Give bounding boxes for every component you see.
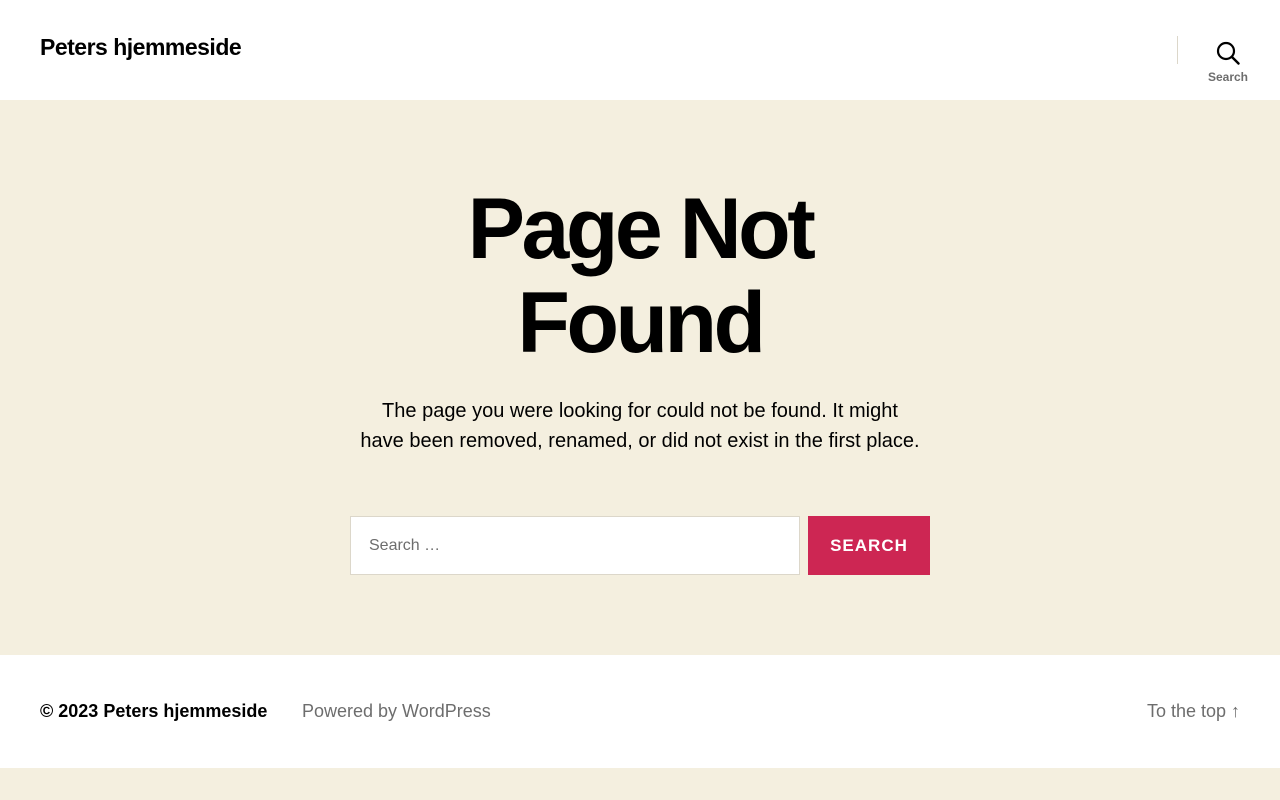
copyright-year: © 2023 [40, 701, 99, 721]
page-title-line-2: Found [517, 275, 766, 371]
not-found-message: The page you were looking for could not … [360, 400, 920, 452]
site-header: Peters hjemmeside Search [0, 0, 1280, 100]
header-divider [1177, 36, 1178, 64]
bottom-band [0, 768, 1280, 800]
search-icon [1216, 41, 1240, 65]
site-footer: © 2023 Peters hjemmeside Powered by Word… [0, 655, 1280, 768]
search-input[interactable] [350, 516, 800, 575]
search-form: Search [350, 516, 930, 575]
footer-site-link[interactable]: Peters hjemmeside [103, 701, 267, 721]
to-the-top-link[interactable]: To the top ↑ [1147, 701, 1240, 722]
powered-by-link[interactable]: Powered by WordPress [302, 701, 491, 722]
search-toggle-label: Search [1207, 69, 1249, 84]
page-title: Page Not Found [0, 182, 1280, 370]
search-toggle-button[interactable]: Search [1198, 36, 1258, 88]
footer-copyright: © 2023 Peters hjemmeside [40, 701, 267, 722]
search-submit-button[interactable]: Search [808, 516, 930, 575]
main-content: Page Not Found The page you were looking… [0, 100, 1280, 655]
site-title-link[interactable]: Peters hjemmeside [40, 34, 242, 61]
page-title-line-1: Page Not [467, 181, 816, 277]
